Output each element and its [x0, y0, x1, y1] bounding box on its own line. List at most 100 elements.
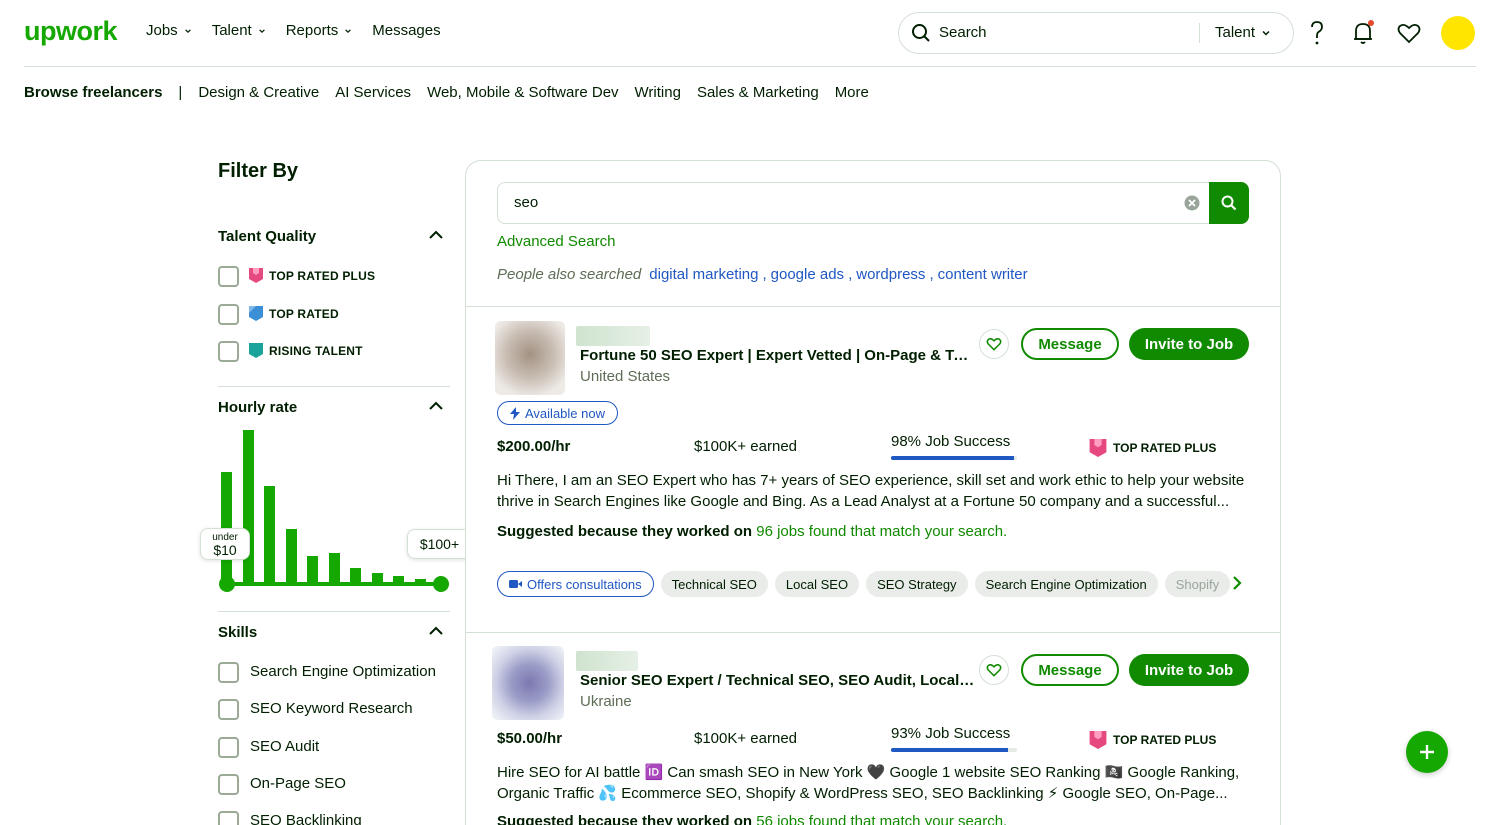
chevron-up-icon[interactable]	[428, 624, 444, 638]
message-button[interactable]: Message	[1021, 654, 1119, 686]
save-freelancer-button[interactable]	[979, 655, 1009, 685]
description-line: thrive in Search Engines like Google and…	[497, 493, 1230, 510]
help-icon[interactable]	[1305, 20, 1329, 46]
search-scope-dropdown[interactable]: Talent	[1215, 24, 1271, 41]
job-success-label: 98% Job Success	[891, 433, 1011, 450]
rate-slider-max-handle[interactable]	[433, 576, 449, 592]
bell-icon[interactable]	[1351, 20, 1375, 46]
filter-divider	[218, 386, 450, 387]
suggested-jobs-link[interactable]: 96 jobs found that match your search.	[756, 523, 1007, 540]
nav-talent[interactable]: Talent	[212, 22, 266, 39]
top-rated-plus-label: TOP RATED PLUS	[1113, 441, 1217, 455]
header-divider	[24, 66, 1476, 67]
offers-consultations-label: Offers consultations	[527, 576, 642, 592]
heart-icon[interactable]	[1397, 22, 1421, 44]
talent-quality-title[interactable]: Talent Quality	[218, 228, 316, 245]
offers-consultations-tag[interactable]: Offers consultations	[497, 571, 654, 597]
global-search-input[interactable]: Search	[939, 24, 987, 41]
also-searched-link[interactable]: wordpress	[856, 266, 925, 283]
heart-icon	[986, 664, 1002, 677]
hourly-rate-histogram[interactable]	[218, 426, 450, 592]
freelancer-photo[interactable]	[495, 321, 565, 395]
checkbox-skill-keyword-research[interactable]	[218, 699, 239, 720]
job-success-bar	[891, 748, 1017, 752]
skill-tag[interactable]: Search Engine Optimization	[974, 571, 1158, 597]
category-design-creative[interactable]: Design & Creative	[198, 84, 319, 101]
global-search[interactable]: Search Talent	[898, 12, 1294, 54]
description-line: Organic Traffic 💦 Ecommerce SEO, Shopify…	[497, 785, 1228, 802]
chevron-down-icon	[1262, 30, 1270, 36]
floating-add-button[interactable]	[1406, 731, 1448, 773]
rate-max-tooltip: $100+	[407, 529, 472, 559]
talent-option-label: RISING TALENT	[269, 343, 363, 358]
skill-option-label: SEO Audit	[250, 738, 320, 755]
checkbox-top-rated-plus[interactable]	[218, 266, 239, 287]
freelancer-card[interactable]: Fortune 50 SEO Expert | Expert Vetted | …	[466, 307, 1280, 632]
job-success-fill	[891, 748, 1009, 752]
skill-tag[interactable]: Local SEO	[774, 571, 860, 597]
invite-to-job-button[interactable]: Invite to Job	[1129, 328, 1249, 360]
query-input[interactable]: seo	[497, 182, 1211, 224]
checkbox-skill-seo-audit[interactable]	[218, 737, 239, 758]
suggested-jobs-link[interactable]: 56 jobs found that match your search.	[756, 813, 1007, 825]
freelancer-description[interactable]: Hi There, I am an SEO Expert who has 7+ …	[497, 470, 1251, 512]
checkbox-top-rated[interactable]	[218, 304, 239, 325]
category-writing[interactable]: Writing	[635, 84, 681, 101]
message-button[interactable]: Message	[1021, 328, 1119, 360]
skill-tag[interactable]: Shopify	[1164, 571, 1231, 597]
checkbox-skill-on-page-seo[interactable]	[218, 774, 239, 795]
job-success-label: 93% Job Success	[891, 725, 1011, 742]
avatar[interactable]	[1441, 16, 1475, 50]
also-searched-link[interactable]: content writer	[938, 266, 1028, 283]
chevron-up-icon[interactable]	[428, 399, 444, 413]
chevron-right-icon[interactable]	[1231, 575, 1243, 591]
skill-option-label: Search Engine Optimization	[250, 663, 436, 680]
total-earned: $100K+ earned	[694, 438, 798, 455]
suggested-prefix: Suggested because they worked on	[497, 813, 753, 825]
browse-freelancers-link[interactable]: Browse freelancers	[24, 84, 162, 101]
clear-icon[interactable]	[1184, 195, 1200, 211]
freelancer-location: Ukraine	[580, 693, 632, 710]
category-web-mobile-software[interactable]: Web, Mobile & Software Dev	[427, 84, 618, 101]
freelancer-description[interactable]: Hire SEO for AI battle 🆔 Can smash SEO i…	[497, 762, 1251, 804]
category-more[interactable]: More	[835, 84, 869, 101]
skill-tags: Offers consultations Technical SEO Local…	[497, 571, 1231, 597]
main-nav: Jobs Talent Reports Messages	[146, 22, 441, 39]
nav-messages[interactable]: Messages	[372, 22, 440, 39]
search-icon	[1221, 195, 1237, 211]
rate-slider-track[interactable]	[226, 582, 442, 586]
upwork-logo[interactable]: upwork	[24, 16, 118, 47]
skill-tag[interactable]: SEO Strategy	[866, 571, 968, 597]
rate-slider-min-handle[interactable]	[219, 576, 235, 592]
freelancer-name-redacted[interactable]	[576, 651, 638, 671]
freelancer-card[interactable]: Senior SEO Expert / Technical SEO, SEO A…	[466, 633, 1280, 825]
freelancer-photo[interactable]	[492, 646, 564, 720]
chevron-up-icon[interactable]	[428, 228, 444, 242]
search-icon	[912, 24, 930, 42]
advanced-search-link[interactable]: Advanced Search	[497, 233, 615, 250]
checkbox-skill-backlinking[interactable]	[218, 811, 239, 825]
hourly-rate-title[interactable]: Hourly rate	[218, 399, 297, 416]
talent-option-top-rated-plus: TOP RATED PLUS	[249, 268, 375, 283]
job-success: 93% Job Success	[891, 725, 1017, 752]
checkbox-skill-seo[interactable]	[218, 662, 239, 683]
skill-tag[interactable]: Technical SEO	[660, 571, 768, 597]
category-ai-services[interactable]: AI Services	[335, 84, 411, 101]
freelancer-title[interactable]: Fortune 50 SEO Expert | Expert Vetted | …	[580, 347, 976, 364]
freelancer-name-redacted[interactable]	[576, 326, 650, 346]
skills-title[interactable]: Skills	[218, 624, 257, 641]
histogram-bar	[328, 553, 340, 584]
filter-divider	[218, 611, 450, 612]
category-sales-marketing[interactable]: Sales & Marketing	[697, 84, 819, 101]
checkbox-rising-talent[interactable]	[218, 341, 239, 362]
rate-min-tooltip: under $10	[200, 528, 250, 560]
nav-reports[interactable]: Reports	[286, 22, 353, 39]
invite-to-job-button[interactable]: Invite to Job	[1129, 654, 1249, 686]
freelancer-title[interactable]: Senior SEO Expert / Technical SEO, SEO A…	[580, 672, 976, 689]
query-search-button[interactable]	[1209, 182, 1249, 224]
top-rated-plus-icon	[1089, 439, 1107, 457]
save-freelancer-button[interactable]	[979, 329, 1009, 359]
also-searched-link[interactable]: digital marketing	[649, 266, 758, 283]
also-searched-link[interactable]: google ads	[771, 266, 844, 283]
nav-jobs[interactable]: Jobs	[146, 22, 192, 39]
